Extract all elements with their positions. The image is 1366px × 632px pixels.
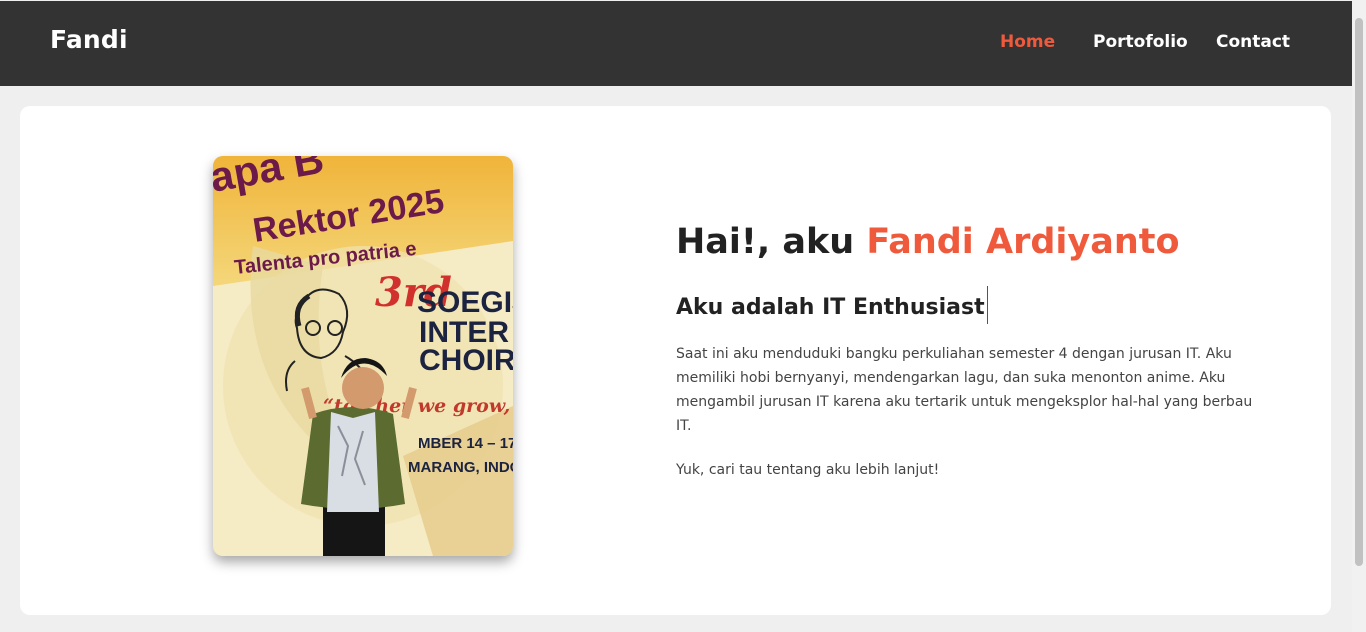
page-scrollbar[interactable] — [1352, 0, 1366, 632]
role-text: Aku adalah IT Enthusiast — [676, 295, 985, 320]
hero-cta-text: Yuk, cari tau tentang aku lebih lanjut! — [676, 462, 940, 478]
hero-role: Aku adalah IT Enthusiast — [676, 286, 988, 324]
banner-place: MARANG, INDON — [408, 459, 513, 476]
banner-event-1: SOEGIJ — [417, 286, 513, 319]
navbar: Fandi Home Portofolio Contact — [0, 1, 1352, 86]
typing-caret — [986, 286, 988, 324]
nav-portfolio-link[interactable]: Portofolio — [1093, 32, 1188, 52]
hero-card: apa B Rektor 2025 Talenta pro patria e 3… — [20, 106, 1331, 615]
profile-photo-image: apa B Rektor 2025 Talenta pro patria e 3… — [213, 156, 513, 556]
hero-description: Saat ini aku menduduki bangku perkuliaha… — [676, 346, 1253, 434]
nav-home-link[interactable]: Home — [1000, 32, 1055, 52]
banner-date: MBER 14 – 17, — [418, 435, 513, 452]
greeting-name: Fandi Ardiyanto — [866, 222, 1180, 262]
hero-greeting: Hai!, aku Fandi Ardiyanto — [676, 222, 1180, 262]
brand-logo[interactable]: Fandi — [50, 25, 128, 54]
profile-photo: apa B Rektor 2025 Talenta pro patria e 3… — [213, 156, 513, 556]
banner-event-3: CHOIR C — [419, 344, 513, 377]
scrollbar-thumb[interactable] — [1355, 18, 1363, 566]
greeting-prefix: Hai!, aku — [676, 222, 867, 262]
nav-contact-link[interactable]: Contact — [1216, 32, 1290, 52]
